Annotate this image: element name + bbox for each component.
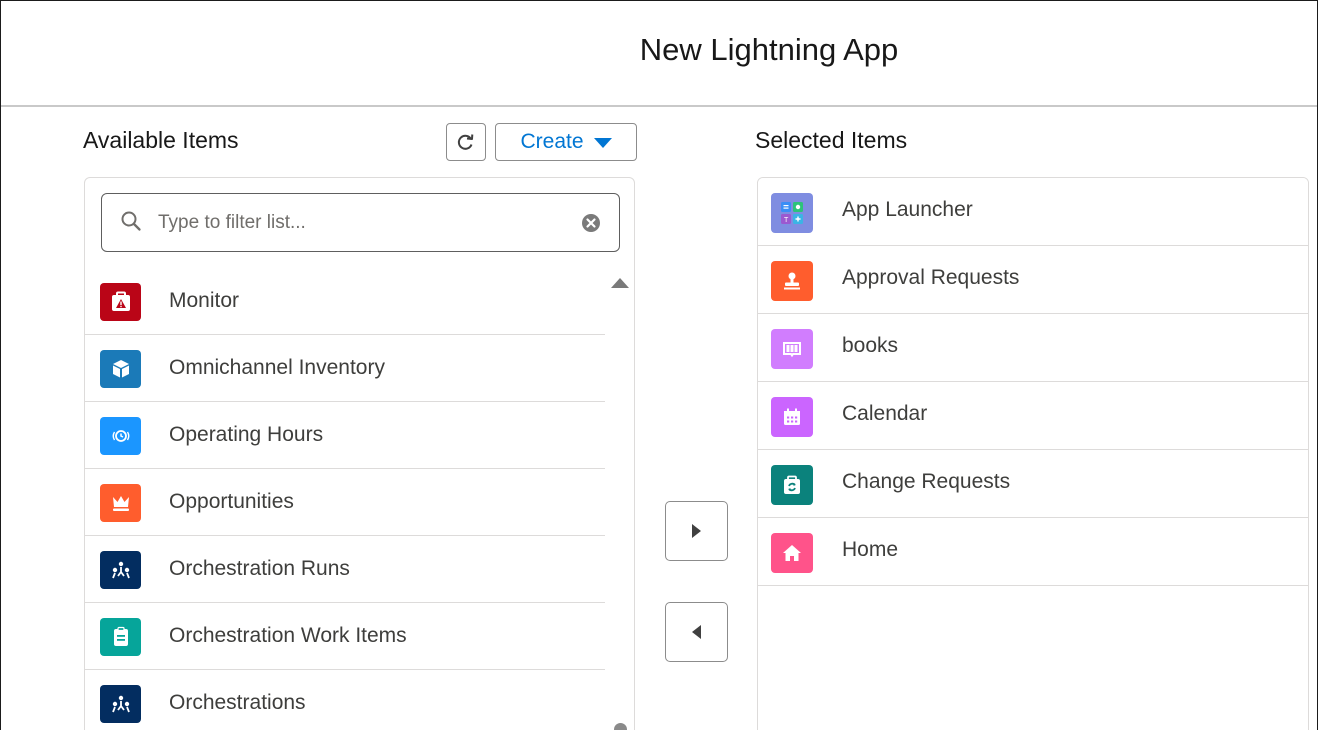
list-item[interactable]: Calendar [758, 382, 1308, 450]
orchestration-icon [100, 551, 141, 589]
list-item-label: Orchestrations [169, 691, 306, 714]
scroll-thumb[interactable] [614, 723, 627, 730]
modal-header: New Lightning App [1, 1, 1317, 107]
monitor-icon [100, 283, 141, 321]
app-launcher-icon: T [771, 193, 813, 233]
available-items-list: Monitor Omnichannel Inventory Operating … [85, 268, 605, 730]
filter-input[interactable] [156, 208, 560, 238]
scroll-up-arrow-icon[interactable] [611, 278, 629, 288]
selected-items-label: Selected Items [755, 127, 908, 153]
crown-icon [100, 484, 141, 522]
refresh-button[interactable] [446, 123, 486, 161]
home-icon [771, 533, 813, 573]
list-item[interactable]: Home [758, 518, 1308, 586]
list-item[interactable]: Omnichannel Inventory [85, 335, 605, 402]
list-item[interactable]: Approval Requests [758, 246, 1308, 314]
refresh-icon [457, 134, 474, 150]
cube-icon [100, 350, 141, 388]
chevron-left-icon [692, 625, 701, 639]
list-item-label: Omnichannel Inventory [169, 356, 385, 379]
list-item[interactable]: T App Launcher [758, 178, 1308, 246]
create-button-label: Create [520, 130, 584, 153]
list-item-label: Opportunities [169, 490, 294, 513]
svg-text:T: T [784, 217, 789, 224]
new-app-modal: New Lightning App Available Items Create… [0, 0, 1318, 730]
list-item[interactable]: Orchestration Work Items [85, 603, 605, 670]
list-item-label: Operating Hours [169, 423, 324, 446]
approval-stamp-icon [771, 261, 813, 301]
list-item[interactable]: Monitor [85, 268, 605, 335]
list-item[interactable]: Orchestration Runs [85, 536, 605, 603]
list-item-label: Orchestration Runs [169, 557, 350, 580]
available-items-label: Available Items [83, 127, 239, 153]
list-item-label: Approval Requests [842, 266, 1020, 289]
selected-items-listbox: T App Launcher Approval Requests books C… [757, 177, 1309, 730]
chevron-right-icon [692, 524, 701, 538]
list-item-label: Monitor [169, 289, 240, 312]
list-item-label: Change Requests [842, 470, 1011, 493]
list-item[interactable]: books [758, 314, 1308, 382]
filter-box [101, 193, 620, 252]
calendar-icon [771, 397, 813, 437]
list-item-label: Calendar [842, 402, 928, 425]
chevron-down-icon [593, 138, 612, 148]
clock-icon [100, 417, 141, 455]
list-item[interactable]: Opportunities [85, 469, 605, 536]
scrollbar[interactable] [607, 268, 633, 730]
orchestration-icon [100, 685, 141, 723]
create-button[interactable]: Create [495, 123, 637, 161]
list-item-label: Orchestration Work Items [169, 624, 407, 647]
list-item[interactable]: Change Requests [758, 450, 1308, 518]
clipboard-icon [100, 618, 141, 656]
list-item-label: books [842, 334, 899, 357]
modal-title: New Lightning App [639, 32, 899, 67]
move-to-available-button[interactable] [665, 602, 728, 662]
change-request-icon [771, 465, 813, 505]
list-item-label: App Launcher [842, 198, 973, 221]
available-items-listbox: Monitor Omnichannel Inventory Operating … [84, 177, 635, 730]
list-item[interactable]: Orchestrations [85, 670, 605, 730]
move-to-selected-button[interactable] [665, 501, 728, 561]
list-item-label: Home [842, 538, 899, 561]
list-item[interactable]: Operating Hours [85, 402, 605, 469]
clear-icon[interactable] [580, 212, 602, 234]
book-icon [771, 329, 813, 369]
search-icon [121, 211, 141, 231]
selected-items-list: T App Launcher Approval Requests books C… [758, 178, 1308, 586]
